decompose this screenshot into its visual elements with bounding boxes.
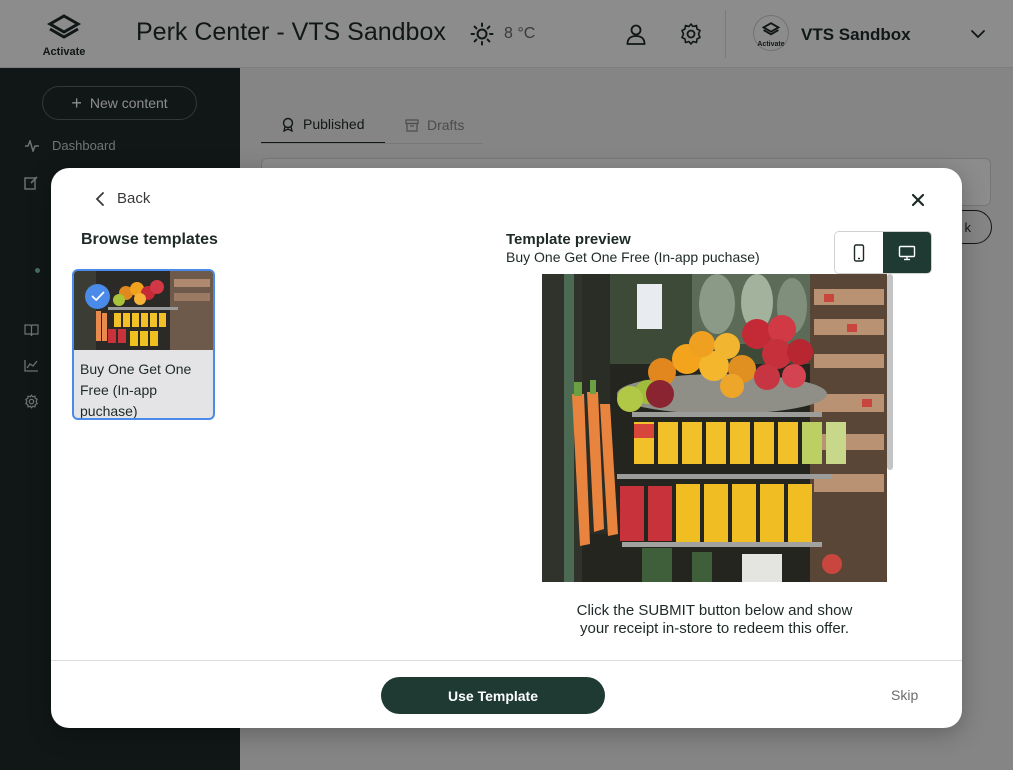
- mobile-view-button[interactable]: [835, 232, 883, 273]
- preview-scrollbar[interactable]: [887, 274, 893, 470]
- template-browser-modal: Back Browse templates Buy One Get One Fr…: [51, 168, 962, 728]
- footer-divider: [51, 660, 962, 661]
- phone-icon: [853, 243, 865, 262]
- back-button[interactable]: Back: [95, 190, 150, 207]
- desktop-view-button[interactable]: [883, 232, 931, 273]
- device-toggle: [834, 231, 932, 274]
- preview-image: [542, 274, 887, 582]
- template-label: Buy One Get One Free (In-app puchase): [80, 361, 192, 419]
- back-label: Back: [117, 190, 151, 207]
- template-thumbnail: [74, 271, 213, 350]
- template-card[interactable]: Buy One Get One Free (In-app puchase): [72, 269, 215, 420]
- selected-check-icon: [85, 284, 110, 309]
- chevron-left-icon: [95, 191, 104, 206]
- browse-templates-heading: Browse templates: [81, 231, 218, 248]
- preview-instructions: Click the SUBMIT button below and show y…: [576, 602, 853, 637]
- template-preview-subtitle: Buy One Get One Free (In-app puchase): [506, 249, 760, 265]
- template-preview-pane[interactable]: Click the SUBMIT button below and show y…: [506, 274, 901, 660]
- skip-button[interactable]: Skip: [891, 687, 918, 703]
- desktop-icon: [898, 245, 916, 260]
- close-button[interactable]: [910, 192, 926, 208]
- template-preview-heading: Template preview: [506, 231, 631, 248]
- close-icon: [911, 193, 925, 207]
- use-template-button[interactable]: Use Template: [381, 677, 605, 714]
